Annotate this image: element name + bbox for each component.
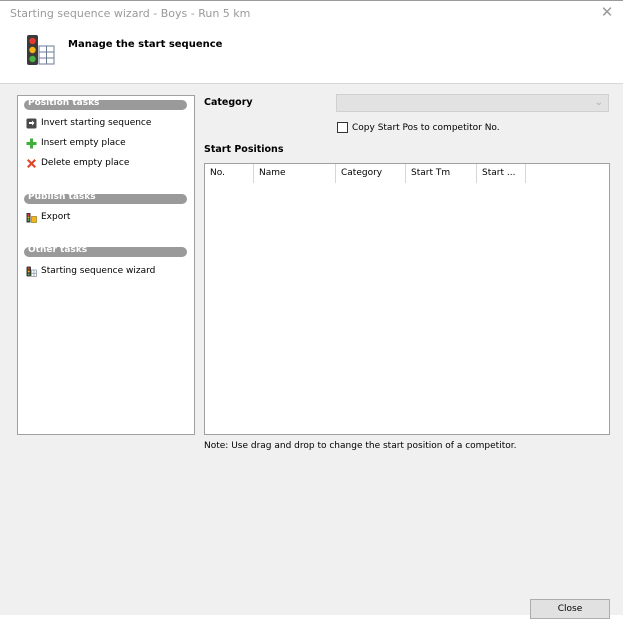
column-header-start-tm[interactable]: Start Tm [406, 164, 477, 183]
copy-start-pos-option[interactable]: Copy Start Pos to competitor No. [337, 121, 500, 134]
header-title: Manage the start sequence [68, 39, 223, 50]
wizard-window: Starting sequence wizard - Boys - Run 5 … [0, 0, 623, 619]
invert-sequence-icon [26, 118, 37, 128]
task-label: Invert starting sequence [41, 118, 152, 128]
copy-start-pos-label: Copy Start Pos to competitor No. [352, 122, 500, 133]
column-header-name[interactable]: Name [254, 164, 336, 183]
group-header-label: Publish tasks [28, 192, 96, 202]
start-positions-grid[interactable]: No. Name Category Start Tm Start ... [204, 163, 610, 435]
column-header-category[interactable]: Category [336, 164, 406, 183]
traffic-light-icon [27, 35, 55, 65]
header-band: Manage the start sequence [0, 25, 623, 84]
group-header-label: Other tasks [28, 245, 88, 255]
start-positions-label: Start Positions [204, 144, 284, 155]
group-header-publish-tasks[interactable]: Publish tasks [24, 192, 187, 204]
drag-drop-note: Note: Use drag and drop to change the st… [204, 441, 517, 451]
task-delete-empty-place[interactable]: Delete empty place [26, 156, 129, 170]
column-header-no[interactable]: No. [205, 164, 254, 183]
copy-start-pos-checkbox[interactable] [337, 122, 348, 133]
column-header-start[interactable]: Start ... [477, 164, 526, 183]
task-label: Export [41, 212, 71, 222]
export-icon [26, 212, 37, 223]
task-insert-empty-place[interactable]: Insert empty place [26, 136, 126, 150]
task-starting-sequence-wizard[interactable]: Starting sequence wizard [26, 264, 155, 278]
window-title: Starting sequence wizard - Boys - Run 5 … [10, 7, 251, 20]
category-select[interactable]: ⌄ [336, 94, 609, 112]
task-pane: Position tasks Invert starting sequence … [17, 95, 195, 435]
close-button[interactable]: Close [530, 599, 610, 619]
task-export[interactable]: Export [26, 210, 70, 224]
category-label: Category [204, 97, 253, 108]
group-header-other-tasks[interactable]: Other tasks [24, 245, 187, 257]
task-label: Insert empty place [41, 138, 126, 148]
title-bar: Starting sequence wizard - Boys - Run 5 … [0, 1, 623, 25]
chevron-down-icon: ⌄ [594, 97, 603, 108]
traffic-light-icon [26, 266, 37, 277]
group-header-label: Position tasks [28, 98, 100, 108]
group-header-position-tasks[interactable]: Position tasks [24, 98, 187, 110]
close-window-icon[interactable]: ✕ [599, 4, 615, 20]
task-invert-starting-sequence[interactable]: Invert starting sequence [26, 116, 151, 130]
red-x-icon [27, 158, 36, 168]
task-label: Starting sequence wizard [41, 266, 156, 276]
green-plus-icon [26, 138, 37, 148]
task-label: Delete empty place [41, 158, 130, 168]
